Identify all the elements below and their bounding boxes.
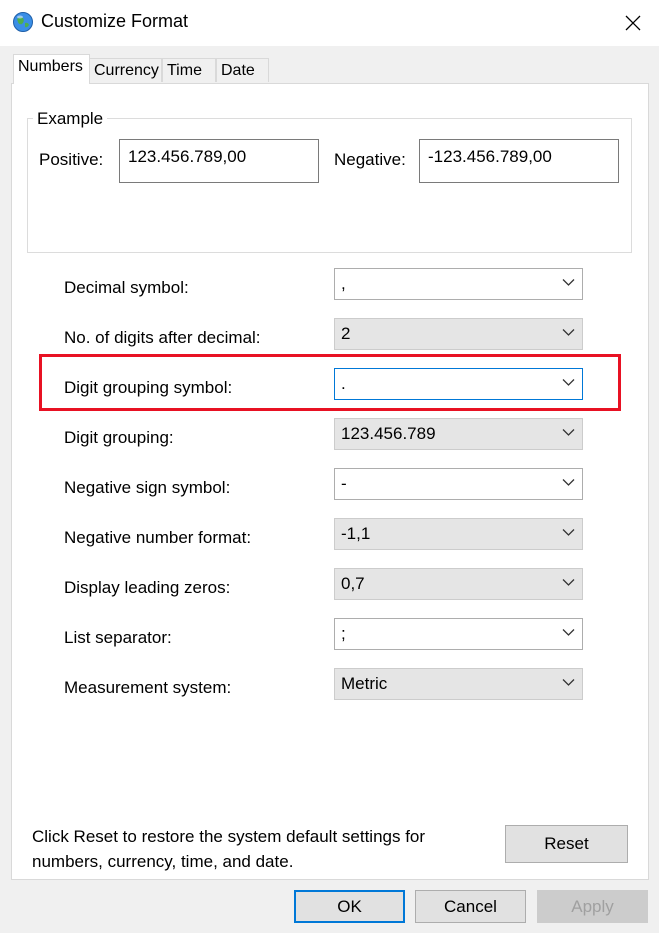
tab-currency-label: Currency (94, 62, 159, 79)
display-leading-zeros-value: 0,7 (341, 574, 365, 593)
reset-button-label: Reset (544, 834, 589, 853)
digit-grouping-select[interactable]: 123.456.789 (334, 418, 583, 450)
chevron-down-icon (562, 329, 575, 336)
negative-label: Negative: (334, 150, 406, 169)
negative-number-format-select[interactable]: -1,1 (334, 518, 583, 550)
display-leading-zeros-label: Display leading zeros: (64, 578, 231, 597)
negative-number-format-label: Negative number format: (64, 528, 252, 547)
decimal-symbol-label: Decimal symbol: (64, 278, 189, 297)
tab-date[interactable]: Date (216, 58, 269, 82)
positive-example-field: 123.456.789,00 (119, 139, 319, 183)
cancel-button[interactable]: Cancel (415, 890, 526, 923)
negative-sign-symbol-value: - (341, 474, 347, 493)
chevron-down-icon (562, 479, 575, 486)
reset-note: Click Reset to restore the system defaul… (32, 827, 426, 871)
chevron-down-icon (562, 579, 575, 586)
tab-numbers[interactable]: Numbers (13, 54, 90, 84)
negative-sign-symbol-select[interactable]: - (334, 468, 583, 500)
decimal-symbol-select[interactable]: , (334, 268, 583, 300)
apply-button-label: Apply (571, 897, 614, 916)
window-title: Customize Format (41, 11, 189, 31)
chevron-down-icon (562, 629, 575, 636)
tab-time-label: Time (167, 62, 202, 79)
reset-button[interactable]: Reset (505, 825, 628, 863)
list-separator-value: ; (341, 624, 346, 643)
negative-number-format-value: -1,1 (341, 524, 371, 543)
digit-grouping-value: 123.456.789 (341, 424, 436, 443)
digit-grouping-symbol-label: Digit grouping symbol: (64, 378, 233, 397)
negative-sign-symbol-label: Negative sign symbol: (64, 478, 231, 497)
tab-date-label: Date (221, 62, 255, 79)
digit-grouping-symbol-select[interactable]: . (334, 368, 583, 400)
digit-grouping-symbol-value: . (341, 374, 346, 393)
tab-time[interactable]: Time (162, 58, 216, 82)
close-button[interactable] (613, 5, 653, 41)
list-separator-label: List separator: (64, 628, 172, 647)
ok-button[interactable]: OK (294, 890, 405, 923)
list-separator-select[interactable]: ; (334, 618, 583, 650)
title-bar: Customize Format (0, 0, 659, 46)
tab-currency[interactable]: Currency (89, 58, 162, 82)
positive-example-value: 123.456.789,00 (128, 147, 247, 166)
digits-after-decimal-label: No. of digits after decimal: (64, 328, 261, 347)
cancel-button-label: Cancel (444, 897, 497, 916)
close-icon (625, 15, 641, 31)
negative-example-field: -123.456.789,00 (419, 139, 619, 183)
positive-label: Positive: (39, 150, 104, 169)
apply-button[interactable]: Apply (537, 890, 648, 923)
globe-icon (13, 12, 33, 32)
digit-grouping-label: Digit grouping: (64, 428, 174, 447)
display-leading-zeros-select[interactable]: 0,7 (334, 568, 583, 600)
digits-after-decimal-value: 2 (341, 324, 351, 343)
ok-button-label: OK (337, 897, 362, 916)
measurement-system-select[interactable]: Metric (334, 668, 583, 700)
example-legend: Example (33, 109, 108, 129)
tab-numbers-label: Numbers (18, 58, 83, 75)
measurement-system-label: Measurement system: (64, 678, 232, 697)
chevron-down-icon (562, 529, 575, 536)
negative-example-value: -123.456.789,00 (428, 147, 552, 166)
chevron-down-icon (562, 429, 575, 436)
chevron-down-icon (562, 279, 575, 286)
measurement-system-value: Metric (341, 674, 388, 693)
decimal-symbol-value: , (341, 274, 346, 293)
chevron-down-icon (562, 679, 575, 686)
digits-after-decimal-select[interactable]: 2 (334, 318, 583, 350)
chevron-down-icon (562, 379, 575, 386)
